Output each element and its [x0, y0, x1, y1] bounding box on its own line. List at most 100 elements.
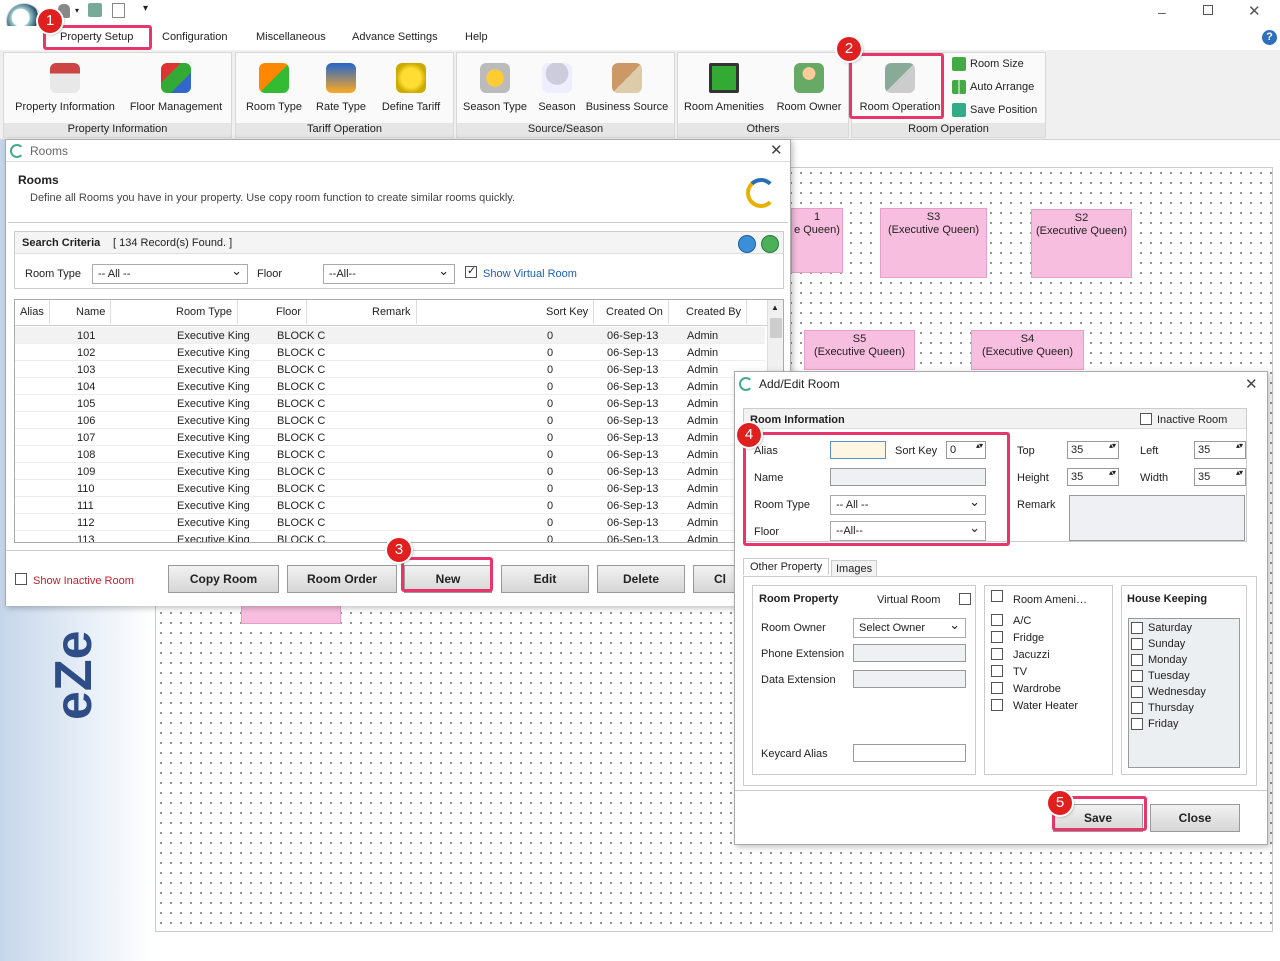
search-icon[interactable]	[738, 235, 756, 253]
amenity-checkbox[interactable]	[991, 648, 1003, 660]
menu-configuration[interactable]: Configuration	[162, 31, 227, 43]
season-button[interactable]: Season	[535, 63, 579, 113]
room-size-button[interactable]: Room Size	[952, 57, 1024, 71]
height-spinner[interactable]: 35	[1067, 468, 1119, 486]
keycard-alias-input[interactable]	[853, 744, 966, 762]
show-inactive-room-label[interactable]: Show Inactive Room	[33, 575, 134, 587]
room-order-button[interactable]: Room Order	[287, 565, 397, 593]
floor-management-button[interactable]: Floor Management	[128, 63, 224, 113]
room-tile[interactable]: S3 (Executive Queen)	[880, 208, 987, 278]
table-row[interactable]: 109 Executive King BLOCK C 0 06-Sep-13 Admin	[15, 463, 765, 480]
minimize-icon[interactable]: –	[1158, 4, 1166, 20]
table-row[interactable]: 102 Executive King BLOCK C 0 06-Sep-13 Admin	[15, 344, 765, 361]
auto-arrange-button[interactable]: Auto Arrange	[952, 80, 1034, 94]
room-tile[interactable]: S4 (Executive Queen)	[971, 330, 1084, 370]
close-button[interactable]: Close	[1150, 804, 1240, 832]
edit-window-close-icon[interactable]: ✕	[1245, 375, 1258, 393]
tab-other-property[interactable]: Other Property	[743, 558, 830, 575]
column-header[interactable]: Alias	[15, 300, 50, 324]
amenity-checkbox[interactable]	[991, 699, 1003, 711]
virtual-room-checkbox[interactable]	[959, 593, 971, 605]
rooms-grid[interactable]: Alias Name Room Type Floor Remark Sort Key Cre…	[14, 299, 784, 543]
amenity-checkbox[interactable]	[991, 682, 1003, 694]
room-owner-select[interactable]: Select Owner	[853, 617, 966, 638]
room-type-filter-select[interactable]: -- All --	[92, 263, 248, 284]
menu-miscellaneous[interactable]: Miscellaneous	[256, 31, 326, 43]
copy-room-button[interactable]: Copy Room	[168, 565, 279, 593]
close-rooms-button[interactable]: Cl	[693, 565, 735, 593]
house-keeping-day-checkbox[interactable]	[1131, 622, 1143, 634]
floor-filter-select[interactable]: --All--	[323, 263, 455, 284]
delete-button[interactable]: Delete	[597, 565, 685, 593]
column-header[interactable]: Sort Key	[541, 300, 595, 324]
table-row[interactable]: 112 Executive King BLOCK C 0 06-Sep-13 Admin	[15, 514, 765, 531]
show-inactive-room-checkbox[interactable]	[15, 573, 27, 585]
house-keeping-day-checkbox[interactable]	[1131, 654, 1143, 666]
season-type-button[interactable]: Season Type	[461, 63, 529, 113]
phone-extension-input[interactable]	[853, 644, 966, 662]
scroll-up-icon[interactable]: ▲	[771, 303, 779, 312]
width-spinner[interactable]: 35	[1194, 468, 1246, 486]
save-position-button[interactable]: Save Position	[952, 103, 1037, 117]
table-row[interactable]: 106 Executive King BLOCK C 0 06-Sep-13 Admin	[15, 412, 765, 429]
quick-access-form-icon[interactable]	[112, 3, 125, 18]
house-keeping-day-checkbox[interactable]	[1131, 670, 1143, 682]
left-spinner[interactable]: 35	[1194, 441, 1246, 459]
menu-help[interactable]: Help	[465, 31, 488, 43]
scroll-thumb[interactable]	[770, 318, 782, 338]
room-tile[interactable]: 1e Queen)	[791, 208, 843, 273]
column-header[interactable]: Name	[71, 300, 112, 324]
quick-access-tool-icon[interactable]	[88, 3, 102, 17]
column-header[interactable]: Room Type	[171, 300, 239, 324]
data-extension-input[interactable]	[853, 670, 966, 688]
property-information-button[interactable]: Property Information	[12, 63, 118, 113]
restore-icon[interactable]	[1203, 5, 1213, 15]
house-keeping-day-checkbox[interactable]	[1131, 702, 1143, 714]
column-header[interactable]: Created By	[681, 300, 748, 324]
table-row[interactable]: 111 Executive King BLOCK C 0 06-Sep-13 Admin	[15, 497, 765, 514]
rooms-window-close-icon[interactable]: ✕	[770, 141, 783, 159]
refresh-icon[interactable]	[761, 235, 779, 253]
table-row[interactable]: 103 Executive King BLOCK C 0 06-Sep-13 Admin	[15, 361, 765, 378]
help-icon[interactable]: ?	[1262, 30, 1277, 45]
amenity-checkbox[interactable]	[991, 665, 1003, 677]
column-header[interactable]: Floor	[271, 300, 308, 324]
top-spinner[interactable]: 35	[1067, 441, 1119, 459]
floor-filter-label: Floor	[257, 268, 283, 280]
define-tariff-button[interactable]: Define Tariff	[378, 63, 444, 113]
table-row[interactable]: 108 Executive King BLOCK C 0 06-Sep-13 Admin	[15, 446, 765, 463]
room-information-title: Room Information	[750, 414, 845, 426]
customize-toolbar-icon[interactable]: ▾	[143, 3, 148, 14]
table-row[interactable]: 105 Executive King BLOCK C 0 06-Sep-13 Admin	[15, 395, 765, 412]
room-amenities-button[interactable]: Room Amenities	[682, 63, 766, 113]
column-header[interactable]: Remark	[367, 300, 417, 324]
room-tile[interactable]: S2 (Executive Queen)	[1031, 209, 1132, 278]
rate-type-button[interactable]: Rate Type	[312, 63, 370, 113]
room-owner-button[interactable]: Room Owner	[774, 63, 844, 113]
quick-access-dropdown-icon[interactable]: ▾	[75, 6, 79, 15]
edit-button[interactable]: Edit	[501, 565, 589, 593]
house-keeping-day-checkbox[interactable]	[1131, 638, 1143, 650]
show-virtual-room-label[interactable]: Show Virtual Room	[483, 268, 577, 280]
house-keeping-day-checkbox[interactable]	[1131, 686, 1143, 698]
room-type-button[interactable]: Room Type	[244, 63, 304, 113]
remark-textarea[interactable]	[1069, 495, 1245, 541]
room-property-panel: Room Property Virtual Room Room Owner Se…	[752, 585, 976, 775]
menu-advance-settings[interactable]: Advance Settings	[352, 31, 438, 43]
room-tile[interactable]: S5 (Executive Queen)	[804, 330, 915, 370]
table-cell: Admin	[687, 449, 719, 461]
house-keeping-day-checkbox[interactable]	[1131, 718, 1143, 730]
table-row[interactable]: 101 Executive King BLOCK C 0 06-Sep-13 Admin	[15, 327, 765, 344]
inactive-room-label[interactable]: Inactive Room	[1157, 414, 1227, 426]
column-header[interactable]: Created On	[601, 300, 669, 324]
amenity-checkbox[interactable]	[991, 614, 1003, 626]
amenities-select-all-checkbox[interactable]	[991, 590, 1003, 602]
show-virtual-room-checkbox[interactable]	[465, 264, 477, 278]
inactive-room-checkbox[interactable]	[1140, 413, 1152, 425]
table-row[interactable]: 107 Executive King BLOCK C 0 06-Sep-13 Admin	[15, 429, 765, 446]
table-row[interactable]: 110 Executive King BLOCK C 0 06-Sep-13 Admin	[15, 480, 765, 497]
table-row[interactable]: 104 Executive King BLOCK C 0 06-Sep-13 Admin	[15, 378, 765, 395]
business-source-button[interactable]: Business Source	[585, 63, 669, 113]
window-close-icon[interactable]: ✕	[1248, 2, 1261, 20]
amenity-checkbox[interactable]	[991, 631, 1003, 643]
